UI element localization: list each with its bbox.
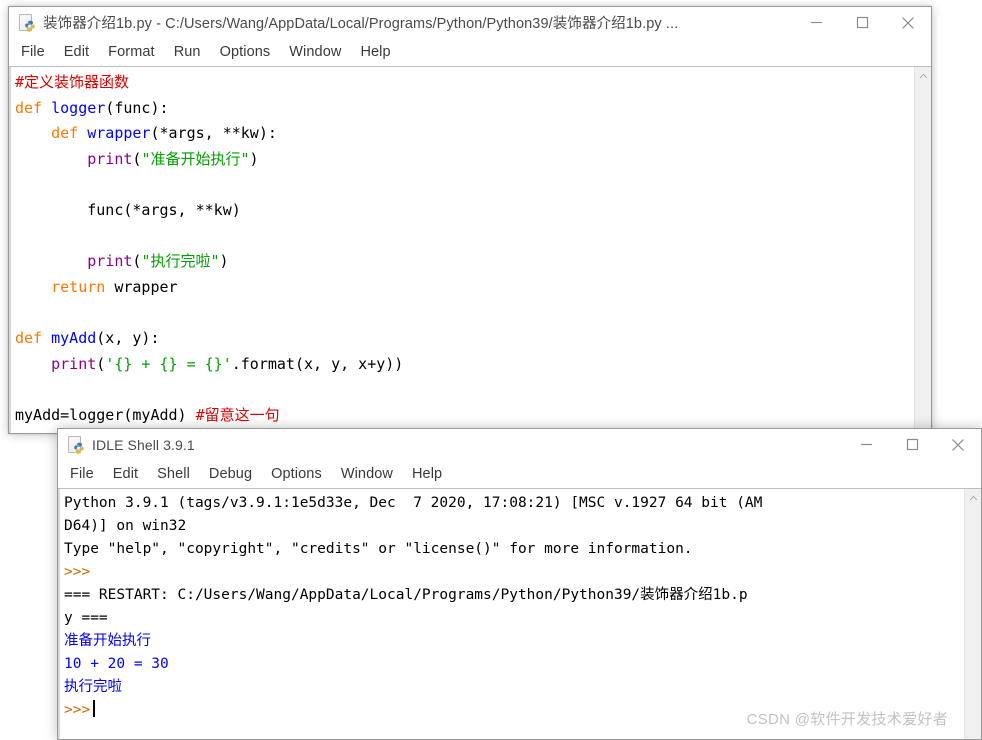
shell-menu-window[interactable]: Window <box>341 466 393 482</box>
shell-menu-debug[interactable]: Debug <box>209 466 252 482</box>
shell-line: D64)] on win32 <box>64 518 187 534</box>
editor-title-text: 装饰器介绍1b.py - C:/Users/Wang/AppData/Local… <box>43 16 679 32</box>
shell-line: 10 + 20 = 30 <box>64 656 169 672</box>
shell-line: y === <box>64 610 108 626</box>
shell-line: 执行完啦 <box>64 679 122 695</box>
shell-menu-help[interactable]: Help <box>412 466 442 482</box>
maximize-icon[interactable] <box>889 429 935 460</box>
editor-menu-edit[interactable]: Edit <box>64 44 89 60</box>
shell-window[interactable]: IDLE Shell 3.9.1 File Edit Shell Debug Optio… <box>57 428 982 740</box>
scroll-thumb[interactable] <box>916 84 931 433</box>
shell-text-region: Python 3.9.1 (tags/v3.9.1:1e5d33e, Dec 7… <box>58 488 981 739</box>
code-line: def logger(func): <box>15 98 169 117</box>
python-logo-icon <box>74 442 84 454</box>
shell-title-text: IDLE Shell 3.9.1 <box>92 436 195 453</box>
code-line: print("准备开始执行") <box>87 149 259 168</box>
maximize-icon[interactable] <box>839 7 885 38</box>
scroll-up-arrow-icon[interactable] <box>915 67 931 84</box>
editor-menu-format[interactable]: Format <box>108 44 155 60</box>
close-icon[interactable] <box>885 7 931 38</box>
code-line: #定义装饰器函数 <box>15 73 130 91</box>
code-line: print('{} + {} = {}'.format(x, y, x+y)) <box>51 354 404 373</box>
text-cursor <box>93 700 96 717</box>
python-file-icon <box>67 435 85 454</box>
shell-line: 准备开始执行 <box>64 633 151 649</box>
code-line: def wrapper(*args, **kw): <box>51 124 277 143</box>
code-line: def myAdd(x, y): <box>15 328 160 347</box>
editor-menu-file[interactable]: File <box>21 44 45 60</box>
close-icon[interactable] <box>935 429 981 460</box>
editor-menu-help[interactable]: Help <box>360 44 390 60</box>
shell-menu-shell[interactable]: Shell <box>157 466 190 482</box>
shell-menu-edit[interactable]: Edit <box>113 466 138 482</box>
minimize-icon[interactable] <box>793 7 839 38</box>
scroll-up-arrow-icon[interactable] <box>965 489 981 506</box>
editor-window[interactable]: 装饰器介绍1b.py - C:/Users/Wang/AppData/Local… <box>8 6 932 434</box>
code-line: return wrapper <box>51 277 178 296</box>
shell-line: >>> <box>64 699 964 722</box>
editor-titlebar[interactable]: 装饰器介绍1b.py - C:/Users/Wang/AppData/Local… <box>9 7 931 38</box>
editor-menu-run[interactable]: Run <box>174 44 201 60</box>
editor-text-region: #定义装饰器函数 def logger(func): def wrapper(*a… <box>9 66 931 433</box>
shell-line: === RESTART: C:/Users/Wang/AppData/Local… <box>64 587 748 603</box>
code-line: func(*args, **kw) <box>15 200 241 219</box>
python-logo-icon <box>25 20 35 32</box>
editor-menu-window[interactable]: Window <box>289 44 341 60</box>
shell-titlebar[interactable]: IDLE Shell 3.9.1 <box>58 429 981 460</box>
shell-line: Python 3.9.1 (tags/v3.9.1:1e5d33e, Dec 7… <box>64 495 763 511</box>
editor-menu-options[interactable]: Options <box>220 44 271 60</box>
scroll-thumb[interactable] <box>966 506 981 739</box>
editor-window-controls[interactable] <box>793 7 931 38</box>
python-file-icon <box>18 13 36 32</box>
editor-vertical-scrollbar[interactable] <box>914 67 931 433</box>
editor-menubar[interactable]: File Edit Format Run Options Window Help <box>9 38 931 66</box>
shell-menubar[interactable]: File Edit Shell Debug Options Window Help <box>58 460 981 488</box>
shell-line: >>> <box>64 564 91 580</box>
shell-vertical-scrollbar[interactable] <box>964 489 981 739</box>
code-line: myAdd=logger(myAdd) #留意这一句 <box>15 405 280 424</box>
editor-code-area[interactable]: #定义装饰器函数 def logger(func): def wrapper(*a… <box>9 67 914 433</box>
minimize-icon[interactable] <box>843 429 889 460</box>
shell-window-controls[interactable] <box>843 429 981 460</box>
shell-output-area[interactable]: Python 3.9.1 (tags/v3.9.1:1e5d33e, Dec 7… <box>58 489 964 739</box>
shell-menu-options[interactable]: Options <box>271 466 322 482</box>
shell-line: Type "help", "copyright", "credits" or "… <box>64 541 693 557</box>
shell-menu-file[interactable]: File <box>70 466 94 482</box>
code-line: print("执行完啦") <box>87 252 229 271</box>
